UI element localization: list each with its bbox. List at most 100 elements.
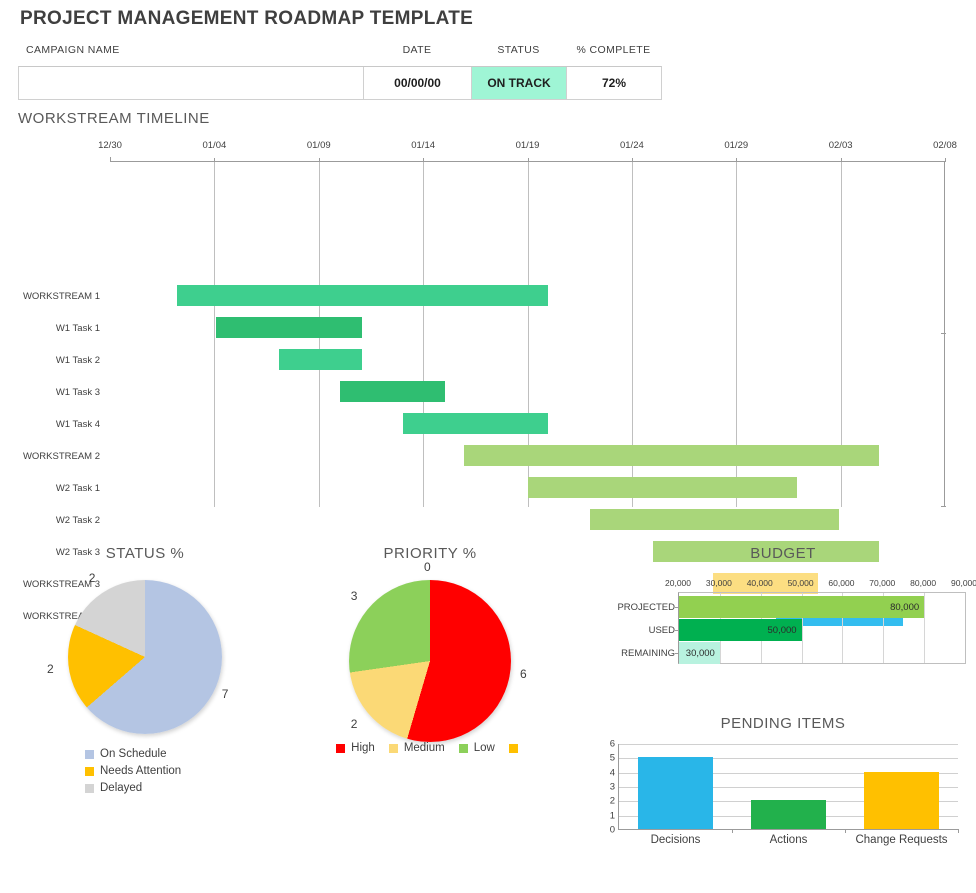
legend-swatch-icon	[509, 744, 518, 753]
budget-axis-tick-label: 20,000	[665, 578, 691, 588]
budget-row: PROJECTED80,000	[679, 596, 965, 618]
legend-swatch-icon	[389, 744, 398, 753]
percent-complete-field[interactable]: 72%	[567, 67, 661, 99]
pie-data-label: 7	[222, 687, 229, 701]
budget-bar[interactable]: 30,000	[679, 642, 720, 664]
gantt-axis-tick-label: 01/09	[307, 140, 331, 151]
pie-data-label: 2	[351, 717, 358, 731]
priority-legend: High Medium Low	[285, 742, 575, 754]
legend-item[interactable]	[509, 744, 524, 753]
gantt-row: W1 Task 3	[0, 376, 976, 408]
budget-row-label: PROJECTED	[589, 596, 675, 618]
legend-swatch-icon	[459, 744, 468, 753]
summary-table-header: CAMPAIGN NAME DATE STATUS % COMPLETE	[18, 44, 662, 62]
pie-data-label: 3	[351, 589, 358, 603]
budget-bar-value: 80,000	[890, 596, 919, 618]
status-badge[interactable]: ON TRACK	[472, 67, 567, 99]
gantt-axis-tick-label: 01/14	[411, 140, 435, 151]
status-legend: On Schedule Needs Attention Delayed	[85, 748, 290, 794]
budget-row-label: USED	[589, 619, 675, 641]
pending-plot-area: 0123456DecisionsActionsChange Requests	[618, 744, 958, 830]
pending-x-tick	[845, 829, 846, 833]
status-pie-wrap: 722	[68, 580, 222, 734]
budget-bar-value: 50,000	[768, 619, 797, 641]
gantt-chart: 12/3001/0401/0901/1401/1901/2401/2902/03…	[0, 140, 976, 520]
pie-data-label: 0	[424, 560, 431, 574]
pending-x-tick-label: Change Requests	[855, 834, 947, 846]
campaign-name-field[interactable]	[19, 67, 364, 99]
gantt-row: WORKSTREAM 1	[0, 280, 976, 312]
gantt-bar[interactable]	[340, 381, 445, 402]
legend-label: Low	[474, 742, 495, 754]
priority-chart-panel: PRIORITY % 6230 HighMediumLow	[285, 545, 575, 754]
budget-bar[interactable]: 50,000	[679, 619, 802, 641]
gantt-row-label: WORKSTREAM 2	[0, 440, 100, 472]
gantt-row-label: W1 Task 3	[0, 376, 100, 408]
gantt-axis-tick-label: 12/30	[98, 140, 122, 151]
budget-axis-labels: 20,00030,00040,00050,00060,00070,00080,0…	[590, 578, 976, 592]
gantt-bar[interactable]	[464, 445, 879, 466]
gantt-row: W1 Task 2	[0, 344, 976, 376]
budget-row: USED50,000	[679, 619, 965, 641]
legend-item[interactable]: On Schedule	[85, 748, 290, 760]
gantt-row-label: WORKSTREAM 1	[0, 280, 100, 312]
gantt-axis-labels: 12/3001/0401/0901/1401/1901/2401/2902/03…	[0, 140, 976, 156]
gantt-row: W2 Task 2	[0, 504, 976, 536]
gantt-axis-tick-label: 02/03	[829, 140, 853, 151]
gantt-bar[interactable]	[279, 349, 363, 370]
pending-bar[interactable]	[751, 800, 826, 829]
pending-bar[interactable]	[864, 772, 939, 829]
pie-data-label: 2	[47, 662, 54, 676]
summary-table: CAMPAIGN NAME DATE STATUS % COMPLETE 00/…	[18, 44, 662, 100]
status-pie[interactable]	[68, 580, 222, 734]
column-header-campaign-name: CAMPAIGN NAME	[18, 44, 363, 62]
gantt-axis-tick-label: 01/29	[724, 140, 748, 151]
gantt-row: W1 Task 4	[0, 408, 976, 440]
legend-label: Delayed	[100, 782, 142, 794]
budget-bar-value: 30,000	[686, 642, 715, 664]
gantt-bar[interactable]	[528, 477, 798, 498]
legend-item[interactable]: Medium	[389, 742, 445, 754]
priority-pie[interactable]	[349, 580, 511, 742]
gantt-row-label: W1 Task 1	[0, 312, 100, 344]
pending-x-tick-label: Actions	[770, 834, 808, 846]
budget-bar[interactable]: 80,000	[679, 596, 924, 618]
gantt-bar[interactable]	[590, 509, 839, 530]
pending-y-tick-label: 4	[610, 767, 615, 778]
legend-item[interactable]: Needs Attention	[85, 765, 290, 777]
gantt-axis-tick-label: 01/24	[620, 140, 644, 151]
workstream-timeline-title: WORKSTREAM TIMELINE	[18, 110, 210, 127]
pending-y-tick-label: 0	[610, 825, 615, 836]
budget-row-label: REMAINING	[589, 642, 675, 664]
status-chart-title: STATUS %	[0, 545, 290, 562]
gantt-row: WORKSTREAM 2	[0, 440, 976, 472]
pending-gridline	[619, 744, 958, 745]
gantt-row-label: W1 Task 4	[0, 408, 100, 440]
pending-bar[interactable]	[638, 757, 713, 829]
pending-y-tick-label: 1	[610, 810, 615, 821]
date-field[interactable]: 00/00/00	[364, 67, 472, 99]
budget-axis-tick-label: 30,000	[706, 578, 732, 588]
gantt-row-label: W2 Task 2	[0, 504, 100, 536]
legend-item[interactable]: Delayed	[85, 782, 290, 794]
budget-axis-tick-label: 80,000	[910, 578, 936, 588]
pending-items-chart-panel: PENDING ITEMS 0123456DecisionsActionsCha…	[590, 715, 976, 830]
legend-item[interactable]: Low	[459, 742, 495, 754]
page-title: PROJECT MANAGEMENT ROADMAP TEMPLATE	[20, 8, 473, 30]
legend-label: Medium	[404, 742, 445, 754]
gantt-row: W2 Task 1	[0, 472, 976, 504]
pie-data-label: 2	[89, 571, 96, 585]
budget-plot-area: PROJECTED80,000USED50,000REMAINING30,000	[678, 592, 966, 664]
pie-data-label: 6	[520, 667, 527, 681]
gantt-bar[interactable]	[216, 317, 362, 338]
legend-item[interactable]: High	[336, 742, 375, 754]
pending-x-tick-label: Decisions	[651, 834, 701, 846]
pending-x-tick	[958, 829, 959, 833]
gantt-bar[interactable]	[177, 285, 549, 306]
roadmap-page: PROJECT MANAGEMENT ROADMAP TEMPLATE CAMP…	[0, 0, 976, 893]
legend-swatch-icon	[85, 784, 94, 793]
gantt-bar[interactable]	[403, 413, 548, 434]
legend-label: Needs Attention	[100, 765, 181, 777]
legend-label: On Schedule	[100, 748, 167, 760]
budget-axis-tick-label: 90,000	[951, 578, 976, 588]
